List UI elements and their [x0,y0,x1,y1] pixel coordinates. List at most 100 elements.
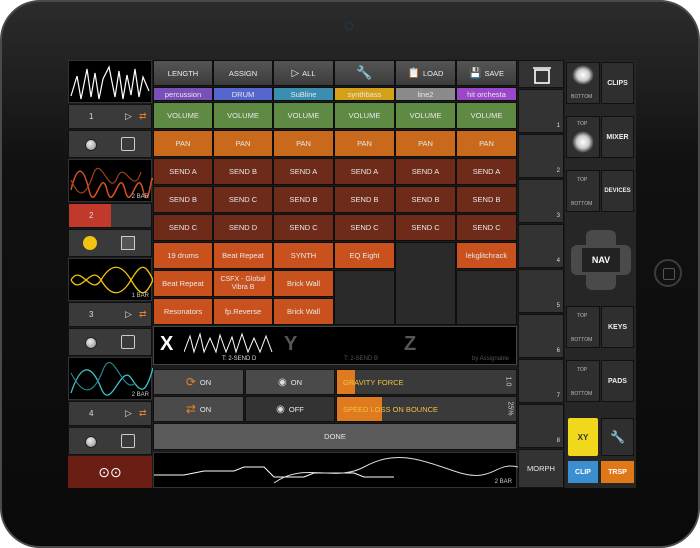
send-a-1[interactable]: SEND A [153,158,213,185]
knob-icon[interactable] [85,436,97,448]
send-a-4[interactable]: SEND A [334,158,395,185]
pan-4[interactable]: PAN [334,130,395,157]
xy-button[interactable]: XY [568,418,598,456]
send-c-6[interactable]: SEND C [456,214,517,241]
scene-6[interactable]: 6 [518,314,564,358]
keys-button[interactable]: KEYS [601,306,634,348]
assign-button[interactable]: ASSIGN [213,60,273,86]
stop-button-icon[interactable] [121,236,135,250]
gravity-force-slider[interactable]: GRAVITY FORCE 1.0 [336,369,517,395]
pan-5[interactable]: PAN [395,130,456,157]
scene-3[interactable]: 3 [518,179,564,223]
device-2-2[interactable]: CSFX - Global Vibra B [213,270,273,297]
send-a-3[interactable]: SEND A [273,158,334,185]
pads-top-bottom[interactable]: TOP BOTTOM [566,360,600,402]
swap-icon[interactable]: ⇄ [139,408,147,419]
device-1-2[interactable]: Beat Repeat [153,270,213,297]
gravity-toggle-2[interactable]: ◉ ON [245,369,335,395]
swap-icon[interactable]: ⇄ [139,309,147,320]
clip-waveform-1[interactable] [68,60,152,103]
track-name-2[interactable]: DRUM [213,87,273,101]
all-button[interactable]: ▷ ALL [273,60,334,86]
send-b-5[interactable]: SEND B [395,186,456,213]
track-name-1[interactable]: percussion [153,87,213,101]
home-button[interactable] [654,259,682,287]
record-toggle-icon[interactable] [121,434,135,448]
play-icon[interactable]: ▷ [125,309,132,320]
send-b-2[interactable]: SEND C [213,186,273,213]
clips-button[interactable]: CLIPS [601,62,634,104]
send-a-6[interactable]: SEND A [456,158,517,185]
send-b-4[interactable]: SEND B [334,186,395,213]
track-name-6[interactable]: hit orchesta [456,87,517,101]
clip-waveform-4[interactable]: 2 BAR [68,357,154,400]
pan-6[interactable]: PAN [456,130,517,157]
clip-waveform-3[interactable]: 1 BAR [68,258,154,301]
wrench-button[interactable]: 🔧 [334,60,395,86]
speed-loss-slider[interactable]: SPEED LOSS ON BOUNCE 25% [336,396,517,422]
clip-waveform-2[interactable]: 2 BAR [68,159,154,202]
keys-top-bottom[interactable]: TOP BOTTOM [566,306,600,348]
volume-3[interactable]: VOLUME [273,102,334,129]
mixer-top-bottom[interactable]: TOP [566,116,600,158]
load-button[interactable]: 📋 LOAD [395,60,456,86]
send-b-3[interactable]: SEND B [273,186,334,213]
nav-pad[interactable]: NAV [568,230,634,290]
play-icon[interactable]: ▷ [125,111,132,122]
devices-top-bottom[interactable]: TOP BOTTOM [566,170,600,212]
swap-icon[interactable]: ⇄ [139,111,147,122]
mixer-button[interactable]: MIXER [601,116,634,158]
track-name-5[interactable]: line2 [395,87,456,101]
send-c-3[interactable]: SEND C [273,214,334,241]
send-a-5[interactable]: SEND A [395,158,456,185]
pan-3[interactable]: PAN [273,130,334,157]
clip-row-2[interactable]: 2 [68,203,152,228]
record-toggle-icon[interactable] [121,335,135,349]
gravity-toggle-1[interactable]: ⟳ ON [153,369,244,395]
clips-top-bottom[interactable]: BOTTOM [566,62,600,104]
scene-7[interactable]: 7 [518,359,564,403]
scene-8[interactable]: 8 [518,404,564,448]
scene-1[interactable]: 1 [518,89,564,133]
scene-4[interactable]: 4 [518,224,564,268]
device-1-3[interactable]: Resonators [153,298,213,325]
volume-1[interactable]: VOLUME [153,102,213,129]
volume-5[interactable]: VOLUME [395,102,456,129]
scene-5[interactable]: 5 [518,269,564,313]
lfo-display[interactable]: 2 BAR [153,452,519,488]
clip-mode-button[interactable]: CLIP [568,461,598,483]
send-a-2[interactable]: SEND B [213,158,273,185]
device-6-1[interactable]: lekglitchrack [456,242,517,269]
knob-icon[interactable] [85,337,97,349]
clip-row-4[interactable]: 4 ▷ ⇄ [68,401,152,426]
device-3-3[interactable]: Brick Wall [273,298,334,325]
device-3-2[interactable]: Brick Wall [273,270,334,297]
pads-button[interactable]: PADS [601,360,634,402]
done-button[interactable]: DONE [153,423,517,450]
transpose-button[interactable]: TRSP [601,461,634,483]
settings-button[interactable]: 🔧 [601,418,634,456]
play-icon[interactable]: ▷ [125,408,132,419]
active-knob-icon[interactable] [83,236,97,250]
length-button[interactable]: LENGTH [153,60,213,86]
track-name-3[interactable]: SuBline [273,87,334,101]
send-b-1[interactable]: SEND B [153,186,213,213]
tape-record-button[interactable]: ⊙⊙ [68,456,152,488]
save-button[interactable]: 💾 SAVE [456,60,517,86]
morph-button[interactable]: MORPH [518,449,564,488]
send-b-6[interactable]: SEND B [456,186,517,213]
send-c-4[interactable]: SEND C [334,214,395,241]
volume-2[interactable]: VOLUME [213,102,273,129]
bounce-toggle-2[interactable]: ◉ OFF [245,396,335,422]
clip-row-3[interactable]: 3 ▷ ⇄ [68,302,152,327]
clip-row-1[interactable]: 1 ▷ ⇄ [68,104,152,129]
track-name-4[interactable]: synthbass [334,87,395,101]
device-2-3[interactable]: fp.Reverse [213,298,273,325]
device-4-1[interactable]: EQ Eight [334,242,395,269]
device-3-1[interactable]: SYNTH [273,242,334,269]
send-c-2[interactable]: SEND D [213,214,273,241]
bounce-toggle-1[interactable]: ⇄ ON [153,396,244,422]
volume-4[interactable]: VOLUME [334,102,395,129]
volume-6[interactable]: VOLUME [456,102,517,129]
device-2-1[interactable]: Beat Repeat [213,242,273,269]
